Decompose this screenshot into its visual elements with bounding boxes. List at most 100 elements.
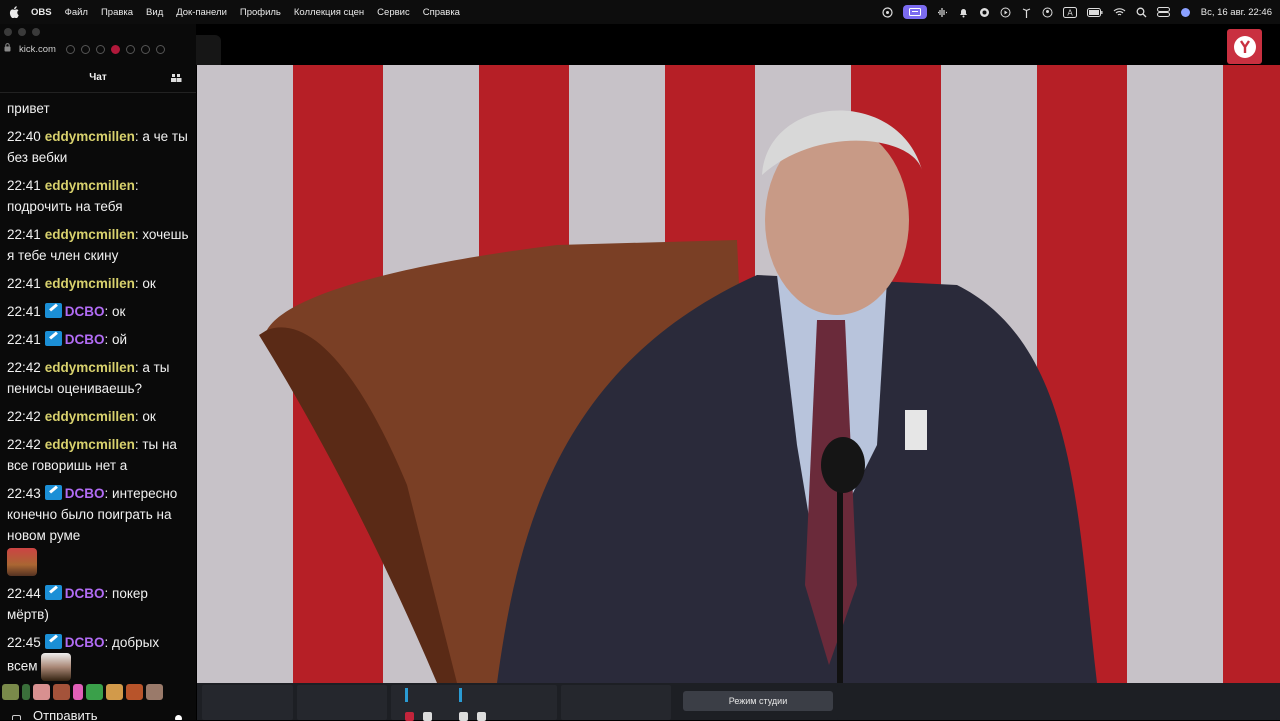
message-username[interactable]: eddymcmillen: [45, 437, 135, 452]
audio-mixer-panel[interactable]: [391, 685, 557, 721]
puzzle-icon[interactable]: [140, 44, 150, 54]
chat-message: 22:41 DCBO: ок: [7, 301, 193, 322]
chat-header: Чат: [0, 62, 196, 93]
menu-edit[interactable]: Правка: [101, 7, 133, 18]
emote-button[interactable]: [2, 684, 19, 700]
menu-view[interactable]: Вид: [146, 7, 163, 18]
yandex-browser-icon[interactable]: [1227, 29, 1262, 64]
message-username[interactable]: eddymcmillen: [45, 360, 135, 375]
moderator-badge-icon: [44, 634, 62, 649]
chat-message: 22:42 eddymcmillen: а ты пенисы оцениваеш…: [7, 357, 193, 399]
shield-icon[interactable]: [80, 44, 90, 54]
minimize-window-button[interactable]: [18, 28, 26, 36]
bell-icon[interactable]: [958, 7, 969, 18]
chat-message: 22:40 eddymcmillen: а че ты без вебки: [7, 126, 193, 168]
message-username[interactable]: eddymcmillen: [45, 129, 135, 144]
transitions-panel[interactable]: [561, 685, 671, 720]
scenes-panel[interactable]: [202, 685, 293, 720]
message-time: 22:44: [7, 586, 41, 601]
chat-input-bar[interactable]: Отправить: [6, 707, 190, 720]
address-bar[interactable]: kick.com: [0, 39, 196, 59]
menu-tools[interactable]: Сервис: [377, 7, 410, 18]
menu-scene-collection[interactable]: Коллекция сцен: [294, 7, 364, 18]
message-username[interactable]: DCBO: [65, 486, 105, 501]
studio-mode-button[interactable]: Режим студии: [683, 691, 833, 711]
message-time: 22:41: [7, 304, 41, 319]
text-input-icon[interactable]: A: [1062, 6, 1077, 18]
close-window-button[interactable]: [4, 28, 12, 36]
audio-wave-icon[interactable]: [937, 7, 948, 18]
microphone-icon: [821, 437, 865, 493]
message-text: привет: [7, 101, 50, 116]
menu-bar: OBS Файл Правка Вид Док-панели Профиль К…: [0, 0, 1280, 24]
camera-icon[interactable]: [12, 715, 21, 720]
chat-title: Чат: [89, 71, 107, 83]
play-icon[interactable]: [95, 44, 105, 54]
emote-button[interactable]: [86, 684, 103, 700]
emoji-picker-icon[interactable]: [175, 715, 182, 720]
obs-preview[interactable]: [197, 65, 1280, 683]
record-extension-icon[interactable]: [110, 44, 120, 54]
control-center-icon[interactable]: [1156, 7, 1170, 18]
message-time: 22:43: [7, 486, 41, 501]
search-icon[interactable]: [1136, 7, 1147, 18]
zoom-icon[interactable]: [65, 44, 75, 54]
screen-share-icon[interactable]: [902, 5, 927, 19]
message-time: 22:41: [7, 332, 41, 347]
emote-button[interactable]: [33, 684, 50, 700]
zoom-window-button[interactable]: [32, 28, 40, 36]
message-username[interactable]: DCBO: [65, 586, 105, 601]
emote-button[interactable]: [126, 684, 143, 700]
message-text: : ок: [104, 304, 126, 319]
music-note-icon[interactable]: [1042, 7, 1053, 18]
message-time: 22:42: [7, 409, 41, 424]
video-frame: [197, 65, 1280, 683]
menu-docks[interactable]: Док-панели: [176, 7, 227, 18]
extension-icon[interactable]: [125, 44, 135, 54]
menu-help[interactable]: Справка: [423, 7, 460, 18]
message-username[interactable]: eddymcmillen: [45, 409, 135, 424]
chatgpt-icon[interactable]: [979, 7, 990, 18]
status-area: A Вс, 16 авг. 22:46: [882, 0, 1280, 24]
antenna-icon[interactable]: [1021, 7, 1032, 18]
send-button[interactable]: Отправить: [33, 708, 97, 720]
moderator-badge-icon: [44, 585, 62, 600]
obs-tray-icon[interactable]: [882, 6, 893, 18]
menu-file[interactable]: Файл: [65, 7, 88, 18]
chat-messages: привет 22:40 eddymcmillen: а че ты без ве…: [7, 98, 193, 688]
wifi-icon[interactable]: [1113, 7, 1126, 18]
message-text: : ок: [134, 276, 156, 291]
apple-logo-icon[interactable]: [9, 6, 21, 18]
emote-button[interactable]: [73, 684, 83, 700]
url-text[interactable]: kick.com: [19, 44, 56, 55]
message-username[interactable]: DCBO: [65, 304, 105, 319]
emote-button[interactable]: [106, 684, 123, 700]
message-time: 22:42: [7, 437, 41, 452]
emote-button[interactable]: [22, 684, 30, 700]
message-time: 22:42: [7, 360, 41, 375]
yandex-logo-icon: [1233, 35, 1256, 58]
sources-panel[interactable]: [297, 685, 387, 720]
chat-message: 22:44 DCBO: покер мёртв): [7, 583, 193, 625]
download-icon[interactable]: [155, 44, 165, 54]
menu-bar-clock[interactable]: Вс, 16 авг. 22:46: [1201, 7, 1272, 18]
battery-icon[interactable]: [1086, 7, 1103, 18]
message-username[interactable]: DCBO: [65, 332, 105, 347]
emote-button[interactable]: [53, 684, 70, 700]
users-icon[interactable]: [171, 72, 182, 83]
chat-message: 22:43 DCBO: интересно конечно было поигра…: [7, 483, 193, 576]
emote-button[interactable]: [146, 684, 163, 700]
menu-profile[interactable]: Профиль: [240, 7, 281, 18]
audio-meter: [405, 688, 408, 702]
message-text: : ок: [134, 409, 156, 424]
message-username[interactable]: eddymcmillen: [45, 178, 135, 193]
menu-app-name[interactable]: OBS: [31, 7, 52, 18]
window-controls: [4, 28, 40, 36]
siri-icon[interactable]: [1180, 7, 1191, 18]
obs-dock: Режим студии: [197, 683, 1280, 721]
message-username[interactable]: eddymcmillen: [45, 276, 135, 291]
window-divider: [196, 35, 221, 65]
message-username[interactable]: eddymcmillen: [45, 227, 135, 242]
message-username[interactable]: DCBO: [65, 635, 105, 650]
play-circle-icon[interactable]: [1000, 7, 1011, 18]
